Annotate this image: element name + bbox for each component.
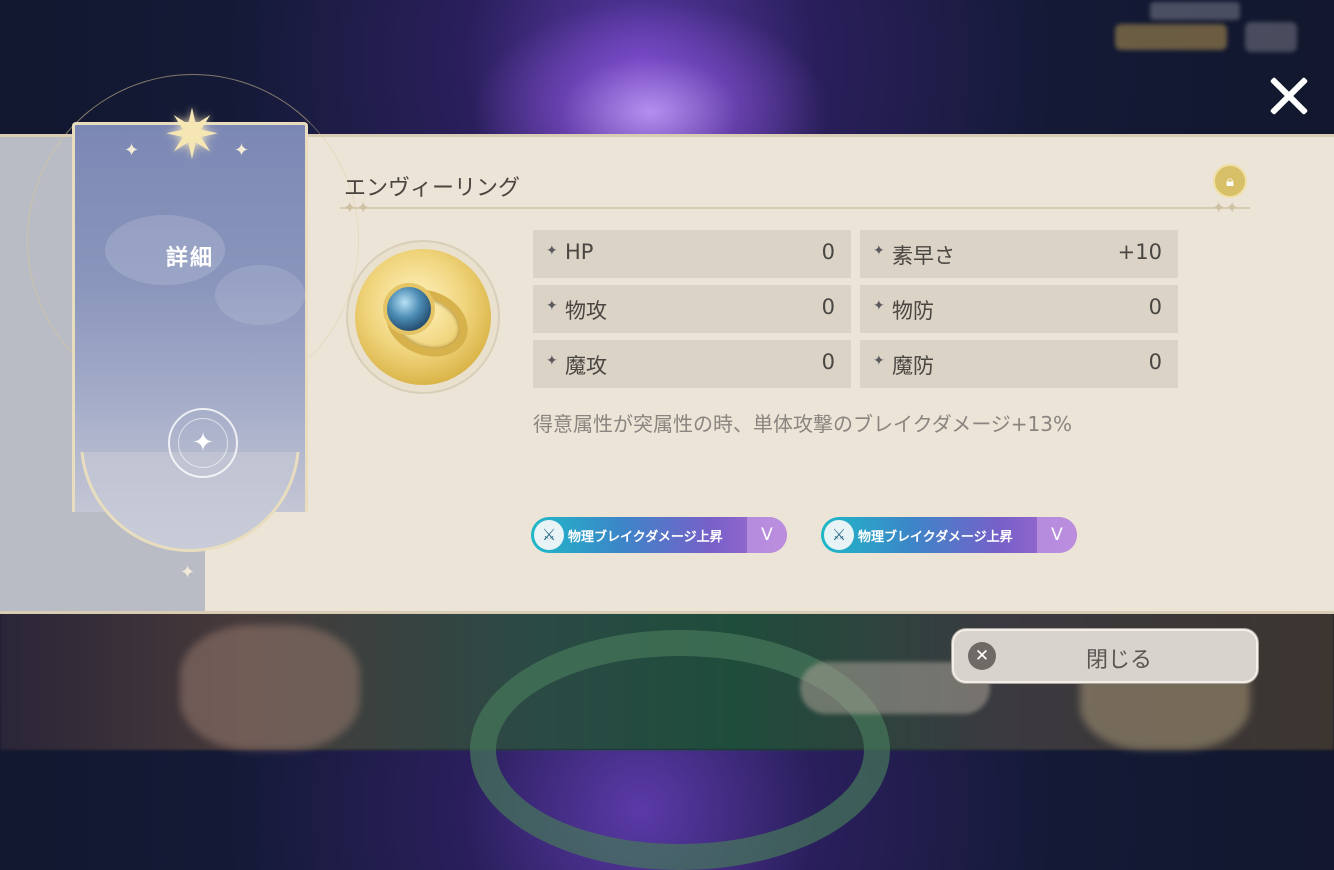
star-icon: ✦ (178, 418, 228, 468)
stat-label: 素早さ (892, 244, 955, 268)
background-hud-badge (1115, 24, 1227, 50)
stat-label: 魔攻 (565, 354, 607, 378)
stat-speed: ✦ 素早さ +10 (860, 230, 1178, 278)
effect-tag-label: 物理ブレイクダメージ上昇 (568, 530, 723, 545)
stat-physical-defense: ✦ 物防 0 (860, 285, 1178, 333)
stat-hp: ✦ HP 0 (533, 230, 851, 278)
lock-icon[interactable]: 🔒︎ (1213, 164, 1247, 198)
effect-tag-level: V (747, 517, 787, 553)
stat-value: +10 (1117, 240, 1162, 264)
stat-label: HP (565, 240, 594, 264)
detail-banner: 詳細 ✦ ✷ ✦ ✦ (27, 74, 359, 552)
stat-label: 魔防 (892, 354, 934, 378)
effect-tag[interactable]: ⚔ 物理ブレイクダメージ上昇 V (821, 517, 1077, 553)
moon-emblem-icon: ✦ (168, 408, 238, 478)
diamond-icon: ✦ (546, 243, 558, 259)
header-divider (340, 207, 1250, 209)
diamond-icon: ✦ (873, 353, 885, 369)
diamond-icon: ✦ (873, 298, 885, 314)
background-hud-text (1150, 2, 1240, 20)
effect-tag[interactable]: ⚔ 物理ブレイクダメージ上昇 V (531, 517, 787, 553)
effect-tag-label: 物理ブレイクダメージ上昇 (858, 530, 1013, 545)
close-button-label: 閉じる (1085, 648, 1152, 673)
item-icon-frame (346, 240, 500, 394)
item-name: エンヴィーリング (344, 176, 521, 201)
close-icon[interactable] (1262, 70, 1314, 122)
diamond-icon: ✦ (546, 298, 558, 314)
background-glow (470, 0, 830, 140)
close-button[interactable]: ✕ 閉じる (952, 629, 1258, 683)
effect-tag-level: V (1037, 517, 1077, 553)
sparkle-icon: ✦ (124, 140, 140, 161)
stat-label: 物攻 (565, 299, 607, 323)
stat-value: 0 (1148, 350, 1162, 374)
sparkle-icon: ✦ (234, 140, 250, 161)
gem-icon (383, 283, 435, 335)
stat-magic-attack: ✦ 魔攻 0 (533, 340, 851, 388)
stat-value: 0 (1148, 295, 1162, 319)
stat-value: 0 (821, 240, 835, 264)
ring-icon (355, 249, 491, 385)
stat-value: 0 (821, 295, 835, 319)
diamond-icon: ✦ (873, 243, 885, 259)
sword-break-icon: ⚔ (824, 520, 854, 550)
cloud-decoration (215, 265, 305, 325)
sword-break-icon: ⚔ (534, 520, 564, 550)
sparkle-icon: ✦✦ (343, 198, 370, 217)
background-hud-button (1245, 22, 1297, 52)
stat-value: 0 (821, 350, 835, 374)
item-description: 得意属性が突属性の時、単体攻撃のブレイクダメージ+13% (533, 412, 1073, 436)
stat-magic-defense: ✦ 魔防 0 (860, 340, 1178, 388)
diamond-icon: ✦ (546, 353, 558, 369)
sparkle-icon: ✦✦ (1212, 198, 1239, 217)
sparkle-icon: ✦ (180, 562, 196, 583)
north-star-icon: ✷ (163, 96, 221, 175)
banner-title: 詳細 (165, 246, 214, 271)
stat-label: 物防 (892, 299, 934, 323)
background-character (180, 625, 360, 750)
stat-physical-attack: ✦ 物攻 0 (533, 285, 851, 333)
